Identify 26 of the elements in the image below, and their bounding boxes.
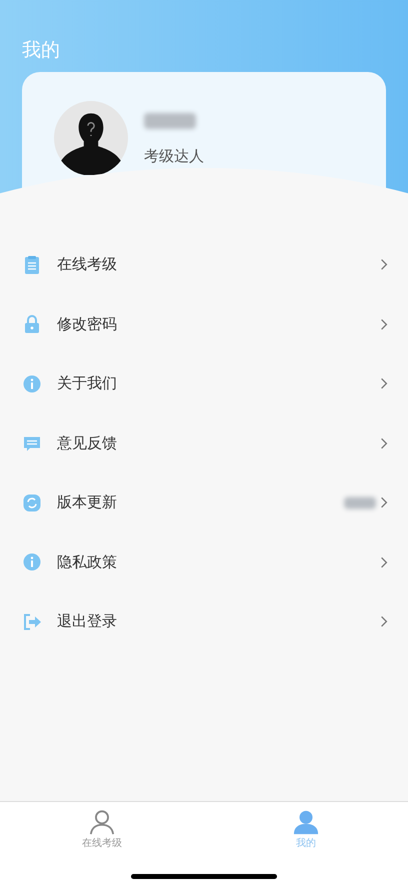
menu-item[interactable]: 修改密码	[0, 294, 408, 354]
menu-item[interactable]: 退出登录	[0, 592, 408, 652]
page-title: 我的	[22, 38, 61, 62]
menu-item[interactable]: 在线考级	[0, 235, 408, 294]
menu-item[interactable]: 版本更新	[0, 473, 408, 532]
info-icon	[22, 552, 42, 572]
exit-icon	[22, 612, 42, 632]
chevron-icon	[380, 615, 388, 628]
chevron-icon	[380, 377, 388, 390]
lock-icon	[22, 314, 42, 334]
clipboard-icon	[22, 254, 42, 275]
profile-subtitle: 考级达人	[144, 147, 204, 166]
chevron-icon	[380, 436, 388, 450]
chevron-icon	[380, 318, 388, 331]
menu-item[interactable]: 隐私政策	[0, 532, 408, 592]
menu-item[interactable]: 意见反馈	[0, 414, 408, 473]
person-icon	[293, 809, 319, 835]
menu-item[interactable]: 关于我们	[0, 354, 408, 414]
chevron-icon	[380, 258, 388, 272]
refresh-icon	[22, 492, 42, 513]
chevron-icon	[380, 556, 388, 569]
person-icon	[89, 809, 115, 835]
info-icon	[22, 374, 42, 394]
chevron-icon	[380, 496, 388, 510]
avatar-icon	[54, 101, 128, 175]
redacted-name	[144, 113, 196, 129]
